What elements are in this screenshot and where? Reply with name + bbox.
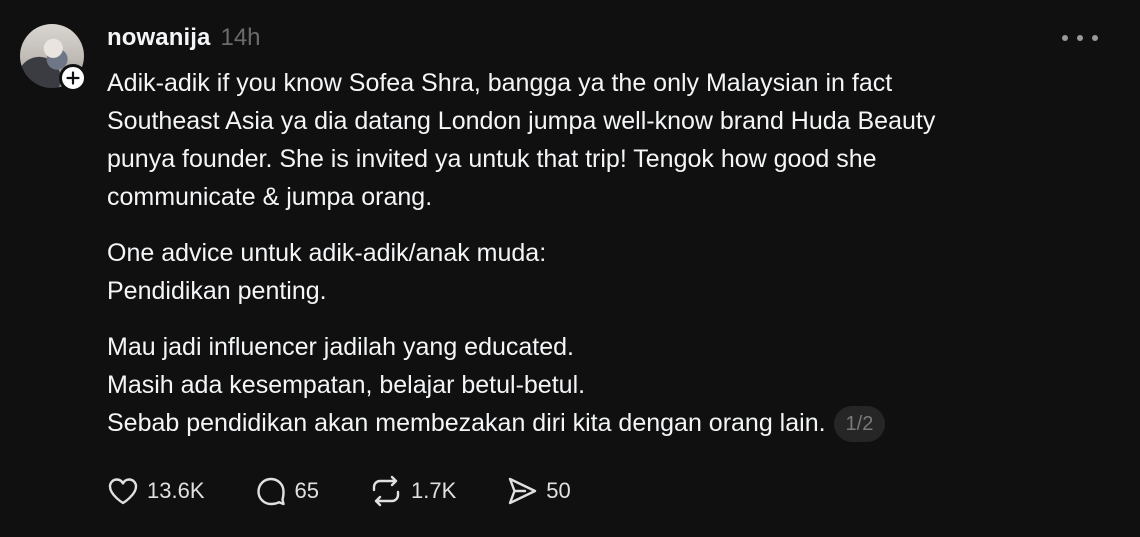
repost-count: 1.7K bbox=[410, 478, 457, 503]
follow-button[interactable] bbox=[59, 64, 87, 92]
action-bar: 13.6K 65 1.7K 50 bbox=[107, 472, 621, 510]
share-count: 50 bbox=[546, 478, 571, 503]
like-count: 13.6K bbox=[147, 478, 205, 503]
text-line: communicate & jumpa orang. bbox=[107, 183, 433, 211]
more-horizontal-icon bbox=[1062, 35, 1068, 41]
share-button[interactable]: 50 bbox=[506, 475, 571, 507]
text-line: Southeast Asia ya dia datang London jump… bbox=[107, 107, 936, 135]
more-options-button[interactable] bbox=[1062, 28, 1098, 48]
post-header: nowanija 14h bbox=[107, 24, 261, 56]
repost-button[interactable]: 1.7K bbox=[369, 475, 456, 507]
thread-post: nowanija 14h Adik-adik if you know Sofea… bbox=[0, 0, 1140, 537]
post-body: Adik-adik if you know Sofea Shra, bangga… bbox=[107, 64, 1107, 460]
text-line: Mau jadi influencer jadilah yang educate… bbox=[107, 333, 574, 361]
text-line: punya founder. She is invited ya untuk t… bbox=[107, 145, 877, 173]
plus-icon bbox=[66, 71, 80, 85]
text-line-content: Sebab pendidikan akan membezakan diri ki… bbox=[107, 409, 826, 437]
comment-bubble-icon bbox=[256, 477, 285, 506]
paragraph: Adik-adik if you know Sofea Shra, bangga… bbox=[107, 64, 1107, 216]
comment-count: 65 bbox=[294, 478, 319, 503]
heart-icon bbox=[108, 478, 138, 505]
username[interactable]: nowanija bbox=[107, 24, 210, 52]
comment-button[interactable]: 65 bbox=[255, 475, 319, 507]
page-indicator[interactable]: 1/2 bbox=[833, 406, 886, 442]
send-icon bbox=[509, 477, 537, 505]
repost-icon bbox=[372, 475, 400, 507]
text-line: Sebab pendidikan akan membezakan diri ki… bbox=[107, 404, 1107, 442]
like-button[interactable]: 13.6K bbox=[107, 476, 205, 506]
text-line: One advice untuk adik-adik/anak muda: bbox=[107, 239, 547, 267]
timestamp[interactable]: 14h bbox=[220, 24, 260, 52]
paragraph: Mau jadi influencer jadilah yang educate… bbox=[107, 328, 1107, 442]
text-line: Pendidikan penting. bbox=[107, 277, 327, 305]
text-line: Masih ada kesempatan, belajar betul-betu… bbox=[107, 371, 586, 399]
text-line: Adik-adik if you know Sofea Shra, bangga… bbox=[107, 69, 893, 97]
paragraph: One advice untuk adik-adik/anak muda: Pe… bbox=[107, 234, 1107, 310]
